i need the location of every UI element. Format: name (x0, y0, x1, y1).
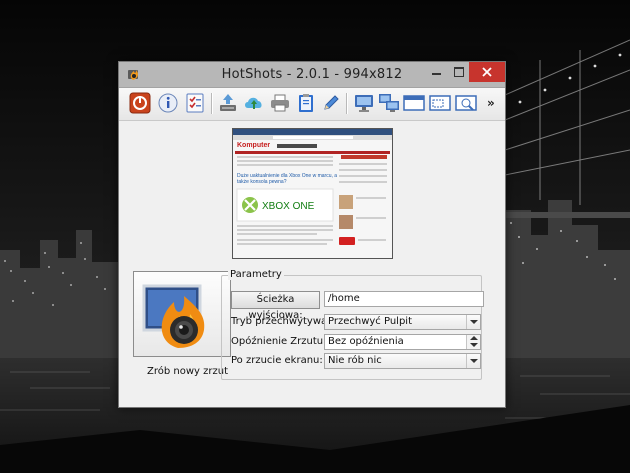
camera-flame-icon (142, 284, 205, 348)
capture-mode-select[interactable]: Przechwyć Pulpit (324, 314, 481, 330)
freehand-icon[interactable] (455, 92, 477, 114)
hotshots-window: HotShots - 2.0.1 - 994x812 » Komputer Du… (118, 61, 506, 408)
toolbar-overflow-chevron[interactable]: » (487, 96, 495, 110)
chevron-down-icon[interactable] (466, 315, 480, 329)
maximize-icon[interactable] (451, 62, 469, 82)
parameters-legend: Parametry (228, 269, 284, 280)
checklist-icon[interactable] (184, 92, 206, 114)
after-capture-label: Po zrzucie ekranu: (231, 355, 323, 366)
screenshot-preview[interactable]: Komputer Duże uaktualnienie dla Xbox One… (232, 128, 393, 259)
printer-icon[interactable] (269, 92, 291, 114)
spin-arrows-icon[interactable] (466, 335, 480, 349)
cloud-upload-icon[interactable] (243, 92, 265, 114)
capture-mode-value: Przechwyć Pulpit (328, 316, 412, 327)
toolbar-separator (346, 93, 348, 114)
chevron-down-icon[interactable] (466, 354, 480, 368)
window-icon[interactable] (403, 92, 425, 114)
after-capture-value: Nie rób nic (328, 355, 382, 366)
multi-monitor-icon[interactable] (378, 92, 400, 114)
output-path-field[interactable]: /home (324, 291, 484, 307)
preview-site-logo: Komputer (237, 142, 270, 149)
minimize-icon[interactable] (423, 62, 451, 82)
main-toolbar: » (119, 88, 505, 121)
save-icon[interactable] (217, 92, 239, 114)
info-icon[interactable] (157, 92, 179, 114)
power-icon[interactable] (129, 92, 151, 114)
pencil-icon[interactable] (320, 92, 342, 114)
preview-banner: XBOX ONE (262, 201, 315, 212)
output-path-button[interactable]: Ścieżka wyjściowa: (231, 291, 320, 321)
title-bar[interactable]: HotShots - 2.0.1 - 994x812 (119, 62, 505, 88)
region-icon[interactable] (429, 92, 451, 114)
preview-image: Komputer Duże uaktualnienie dla Xbox One… (233, 129, 392, 258)
toolbar-separator (211, 93, 213, 114)
close-icon[interactable] (469, 62, 505, 82)
capture-delay-spinbox[interactable]: Bez opóźnienia (324, 334, 481, 350)
take-screenshot-button[interactable] (133, 271, 231, 357)
after-capture-select[interactable]: Nie rób nic (324, 353, 481, 369)
capture-delay-value: Bez opóźnienia (328, 336, 404, 347)
clipboard-icon[interactable] (295, 92, 317, 114)
monitor-icon[interactable] (353, 92, 375, 114)
